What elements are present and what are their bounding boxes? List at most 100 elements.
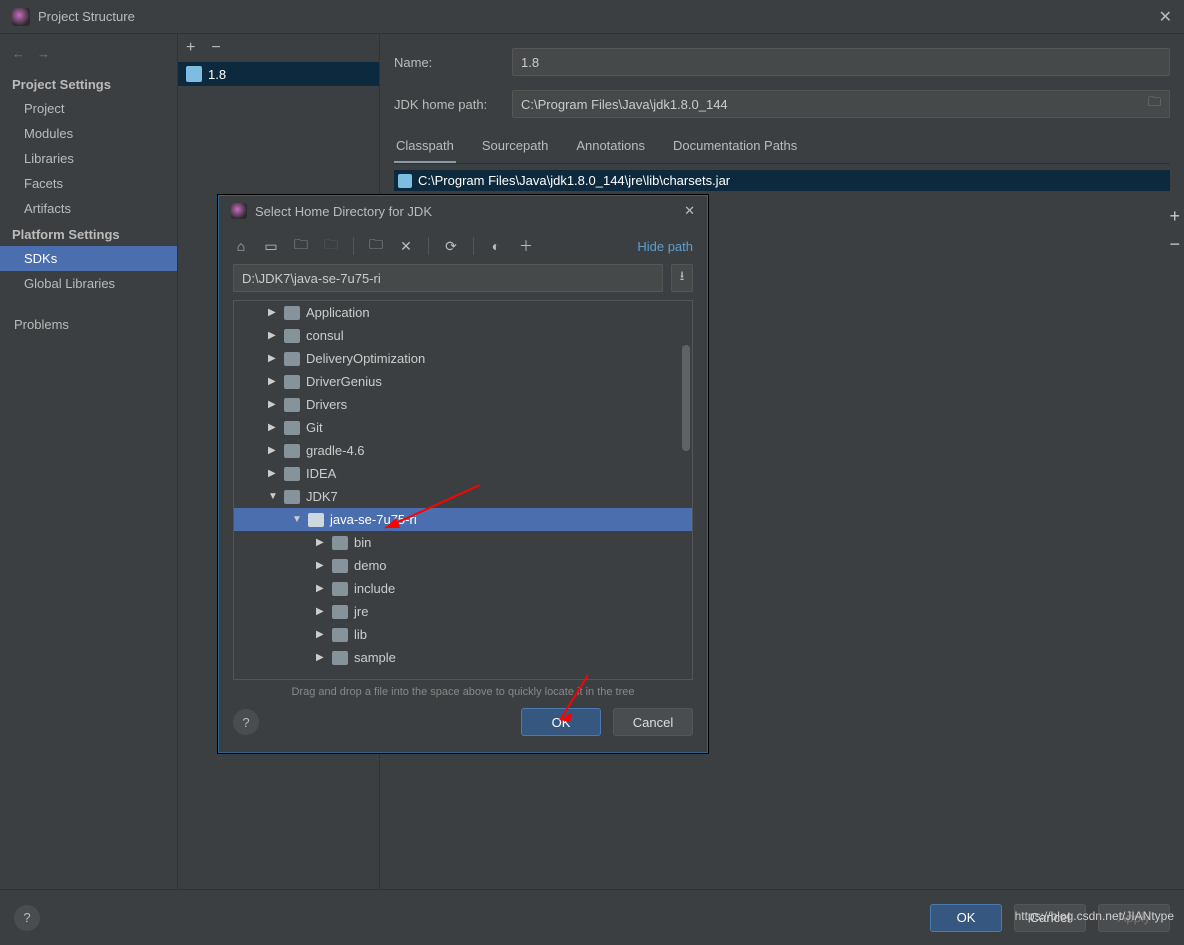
desktop-icon[interactable]: ▭: [263, 238, 279, 255]
download-icon[interactable]: ⭳: [671, 264, 693, 292]
folder-icon: [284, 490, 300, 504]
tree-node[interactable]: ▶IDEA: [234, 462, 692, 485]
hide-path-link[interactable]: Hide path: [637, 239, 693, 254]
dialog-cancel-button[interactable]: Cancel: [613, 708, 693, 736]
tree-node[interactable]: ▶ demo: [234, 554, 692, 577]
sidebar-item-problems[interactable]: Problems: [0, 312, 177, 337]
expanded-icon[interactable]: ▼: [268, 491, 278, 502]
tab-documentation[interactable]: Documentation Paths: [671, 132, 799, 163]
tree-node[interactable]: ▶ jre: [234, 600, 692, 623]
folder-icon: [284, 306, 300, 320]
help-button[interactable]: ?: [14, 905, 40, 931]
sidebar-item-modules[interactable]: Modules: [0, 121, 177, 146]
path-input[interactable]: D:\JDK7\java-se-7u75-ri: [233, 264, 663, 292]
collapsed-icon[interactable]: ▶: [268, 422, 278, 433]
tree-node-label: jre: [354, 604, 368, 619]
close-icon[interactable]: ✕: [1159, 7, 1172, 27]
tree-node[interactable]: ▼ java-se-7u75-ri: [234, 508, 692, 531]
new-folder-icon[interactable]: 🗀: [368, 234, 384, 258]
collapsed-icon[interactable]: ▶: [268, 307, 278, 318]
dialog-close-icon[interactable]: ✕: [684, 203, 695, 219]
dialog-help-button[interactable]: ?: [233, 709, 259, 735]
tree-node-label: Drivers: [306, 397, 347, 412]
directory-tree[interactable]: ▶ Application ▶consul▶DeliveryOptimization…: [233, 300, 693, 680]
home-icon[interactable]: ⌂: [233, 238, 249, 254]
tab-sourcepath[interactable]: Sourcepath: [480, 132, 551, 163]
folder-icon: [332, 559, 348, 573]
tree-node[interactable]: ▶ DriverGenius: [234, 370, 692, 393]
dialog-ok-button[interactable]: OK: [521, 708, 601, 736]
classpath-jar-item[interactable]: C:\Program Files\Java\jdk1.8.0_144\jre\l…: [394, 170, 1170, 191]
sdk-list-item[interactable]: 1.8: [178, 62, 379, 86]
folder-icon: [284, 444, 300, 458]
tree-node-label: Application: [306, 305, 370, 320]
tab-classpath[interactable]: Classpath: [394, 132, 456, 163]
add-new-icon[interactable]: ＋: [518, 236, 534, 256]
collapsed-icon[interactable]: ▶: [268, 330, 278, 341]
tree-node[interactable]: ▶include: [234, 577, 692, 600]
tree-node[interactable]: ▼ JDK7: [234, 485, 692, 508]
browse-folder-icon[interactable]: 🗀: [1148, 93, 1161, 115]
nav-back-icon[interactable]: ←: [12, 46, 25, 61]
tab-annotations[interactable]: Annotations: [574, 132, 647, 163]
name-label: Name:: [394, 55, 494, 70]
refresh-icon[interactable]: ⟳: [443, 238, 459, 255]
tree-node[interactable]: ▶lib: [234, 623, 692, 646]
collapsed-icon[interactable]: ▶: [268, 399, 278, 410]
classpath-remove-button[interactable]: −: [1169, 234, 1180, 255]
sidebar-item-global-libraries[interactable]: Global Libraries: [0, 271, 177, 296]
name-field[interactable]: 1.8: [512, 48, 1170, 76]
show-hidden-icon[interactable]: ◐: [488, 238, 504, 254]
collapsed-icon[interactable]: ▶: [316, 629, 326, 640]
delete-icon[interactable]: ✕: [398, 238, 414, 255]
sidebar-item-project[interactable]: Project: [0, 96, 177, 121]
expanded-icon[interactable]: ▼: [292, 514, 302, 525]
collapsed-icon[interactable]: ▶: [268, 353, 278, 364]
tree-node[interactable]: ▶Git: [234, 416, 692, 439]
tree-scrollbar[interactable]: [682, 345, 690, 451]
collapsed-icon[interactable]: ▶: [316, 537, 326, 548]
collapsed-icon[interactable]: ▶: [268, 445, 278, 456]
collapsed-icon[interactable]: ▶: [316, 583, 326, 594]
project-folder-icon[interactable]: 🗀: [293, 234, 309, 258]
classpath-add-button[interactable]: +: [1169, 206, 1180, 227]
tree-node-label: demo: [354, 558, 387, 573]
collapsed-icon[interactable]: ▶: [316, 560, 326, 571]
tree-node[interactable]: ▶ Drivers: [234, 393, 692, 416]
remove-sdk-button[interactable]: −: [211, 39, 220, 57]
add-sdk-button[interactable]: +: [186, 39, 195, 57]
collapsed-icon[interactable]: ▶: [316, 652, 326, 663]
sidebar-item-facets[interactable]: Facets: [0, 171, 177, 196]
tree-node[interactable]: ▶consul: [234, 324, 692, 347]
sidebar-item-sdks[interactable]: SDKs: [0, 246, 177, 271]
dialog-logo-icon: [231, 203, 247, 219]
collapsed-icon[interactable]: ▶: [316, 606, 326, 617]
collapsed-icon[interactable]: ▶: [268, 468, 278, 479]
dragdrop-hint: Drag and drop a file into the space abov…: [219, 680, 707, 708]
window-footer: ? OK Cancel Apply: [0, 889, 1184, 945]
select-jdk-home-dialog: Select Home Directory for JDK ✕ ⌂ ▭ 🗀 🗀 …: [218, 195, 708, 753]
tree-node[interactable]: ▶DeliveryOptimization: [234, 347, 692, 370]
tree-node[interactable]: ▶gradle-4.6: [234, 439, 692, 462]
sidebar-item-libraries[interactable]: Libraries: [0, 146, 177, 171]
sidebar-item-artifacts[interactable]: Artifacts: [0, 196, 177, 221]
tree-node-label: java-se-7u75-ri: [330, 512, 417, 527]
section-project-settings: Project Settings: [0, 71, 177, 96]
tree-node[interactable]: ▶ bin: [234, 531, 692, 554]
nav-forward-icon[interactable]: →: [37, 46, 50, 61]
module-folder-icon[interactable]: 🗀: [323, 234, 339, 258]
folder-icon: [284, 352, 300, 366]
tree-node-label: bin: [354, 535, 371, 550]
folder-icon: [284, 421, 300, 435]
folder-icon: [284, 398, 300, 412]
folder-icon: [308, 513, 324, 527]
folder-icon: [332, 651, 348, 665]
tree-node-label: sample: [354, 650, 396, 665]
ok-button[interactable]: OK: [930, 904, 1002, 932]
tree-node[interactable]: ▶ sample: [234, 646, 692, 669]
tree-node-label: DriverGenius: [306, 374, 382, 389]
tree-node-label: JDK7: [306, 489, 338, 504]
collapsed-icon[interactable]: ▶: [268, 376, 278, 387]
tree-node[interactable]: ▶ Application: [234, 301, 692, 324]
home-path-field[interactable]: C:\Program Files\Java\jdk1.8.0_144 🗀: [512, 90, 1170, 118]
